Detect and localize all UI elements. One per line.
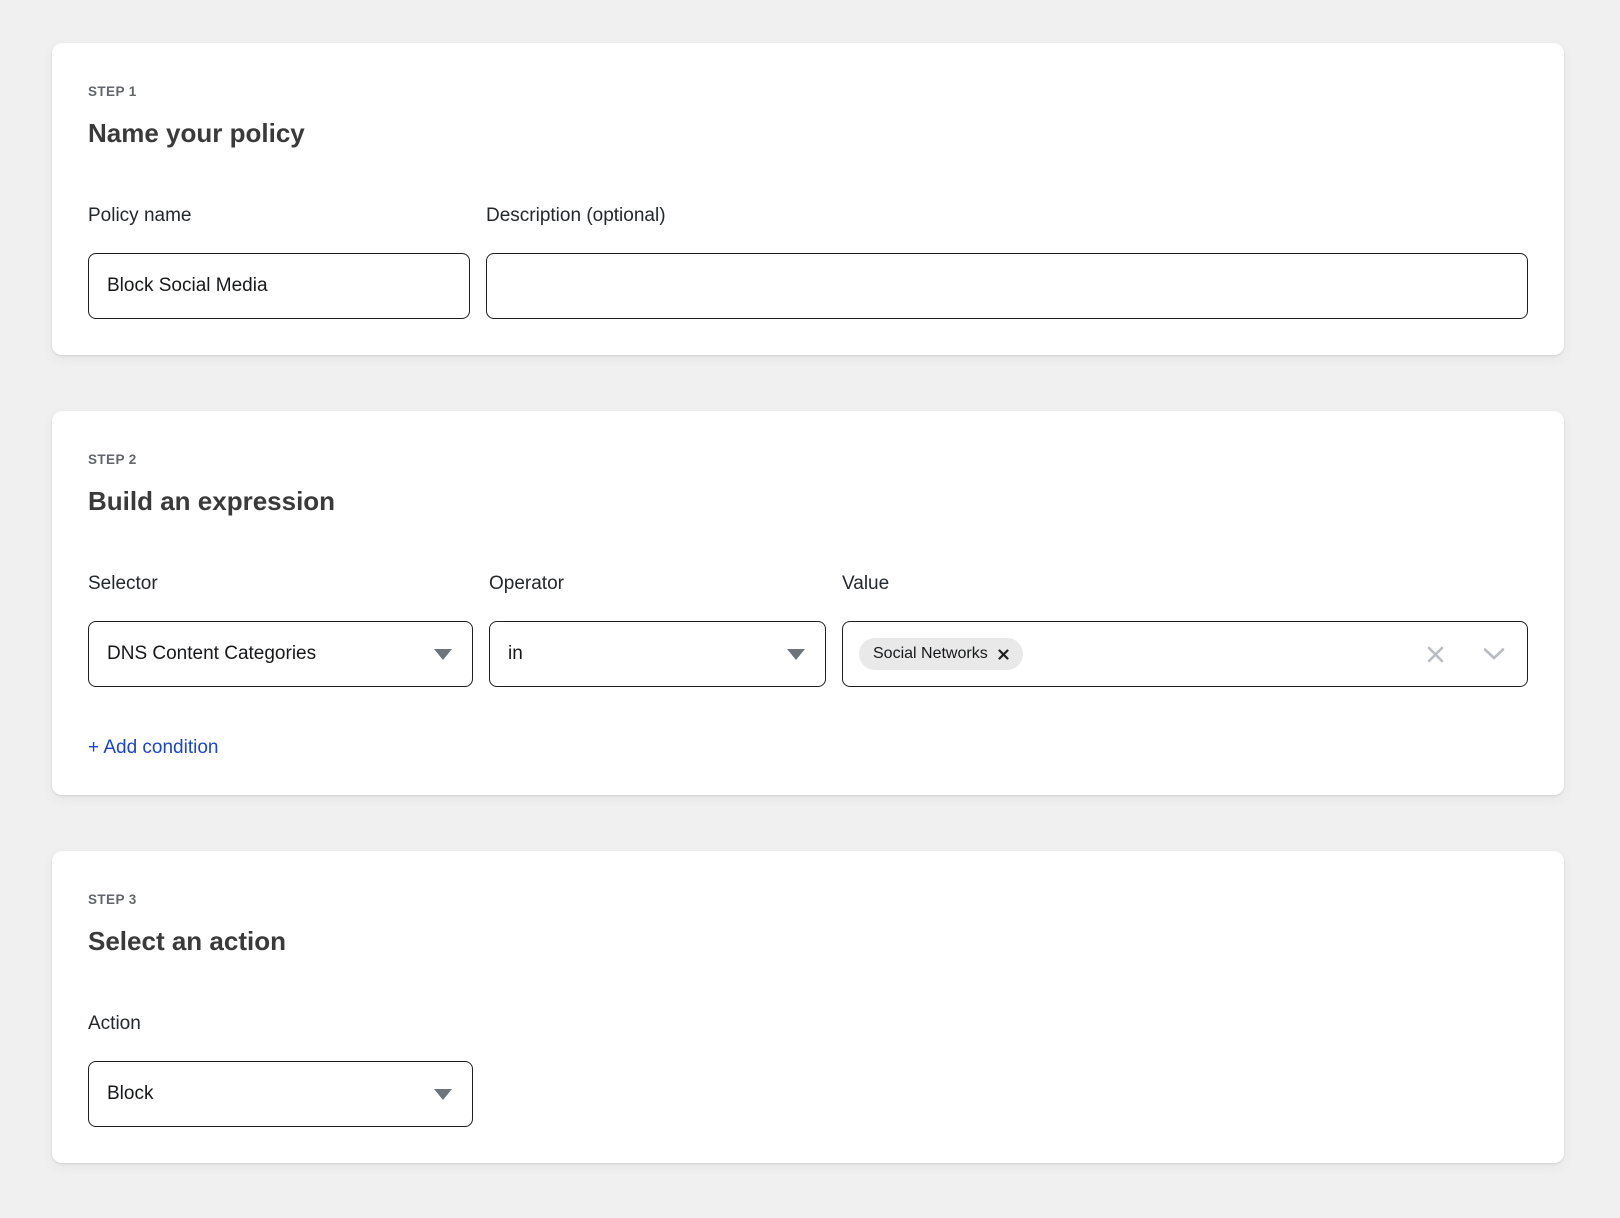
chevron-down-icon[interactable]	[1483, 647, 1505, 661]
clear-all-icon[interactable]	[1426, 645, 1445, 664]
step3-title: Select an action	[88, 926, 1528, 956]
step2-label: STEP 2	[88, 452, 1528, 467]
policy-builder-page: STEP 1 Name your policy Policy name Desc…	[0, 0, 1620, 1218]
action-label: Action	[88, 1013, 473, 1035]
action-row: Action Block	[88, 1013, 1528, 1127]
remove-tag-icon[interactable]	[998, 649, 1009, 660]
step1-title: Name your policy	[88, 118, 1528, 148]
selector-dropdown-value: DNS Content Categories	[107, 643, 316, 665]
step1-label: STEP 1	[88, 84, 1528, 99]
step3-label: STEP 3	[88, 892, 1528, 907]
action-dropdown[interactable]: Block	[88, 1061, 473, 1127]
value-field: Value Social Networks	[842, 573, 1528, 687]
operator-field: Operator in	[489, 573, 826, 687]
step1-card: STEP 1 Name your policy Policy name Desc…	[52, 43, 1564, 355]
step2-card: STEP 2 Build an expression Selector DNS …	[52, 411, 1564, 795]
step2-title: Build an expression	[88, 486, 1528, 516]
caret-down-icon	[434, 1089, 452, 1100]
description-label: Description (optional)	[486, 205, 1528, 227]
operator-label: Operator	[489, 573, 826, 595]
step3-card: STEP 3 Select an action Action Block	[52, 851, 1564, 1163]
value-tag: Social Networks	[859, 638, 1023, 670]
value-tag-label: Social Networks	[873, 645, 988, 663]
value-multiselect[interactable]: Social Networks	[842, 621, 1528, 687]
operator-dropdown-value: in	[508, 643, 523, 665]
selector-dropdown[interactable]: DNS Content Categories	[88, 621, 473, 687]
value-label: Value	[842, 573, 1528, 595]
policy-name-field: Policy name	[88, 205, 470, 319]
selector-field: Selector DNS Content Categories	[88, 573, 473, 687]
caret-down-icon	[434, 649, 452, 660]
action-field: Action Block	[88, 1013, 473, 1127]
step1-fields-row: Policy name Description (optional)	[88, 205, 1528, 319]
action-dropdown-value: Block	[107, 1083, 153, 1105]
selector-label: Selector	[88, 573, 473, 595]
operator-dropdown[interactable]: in	[489, 621, 826, 687]
policy-name-input[interactable]	[88, 253, 470, 319]
description-field: Description (optional)	[486, 205, 1528, 319]
caret-down-icon	[787, 649, 805, 660]
expression-row: Selector DNS Content Categories Operator…	[88, 573, 1528, 687]
description-input[interactable]	[486, 253, 1528, 319]
add-condition-link[interactable]: + Add condition	[88, 737, 218, 759]
policy-name-label: Policy name	[88, 205, 470, 227]
